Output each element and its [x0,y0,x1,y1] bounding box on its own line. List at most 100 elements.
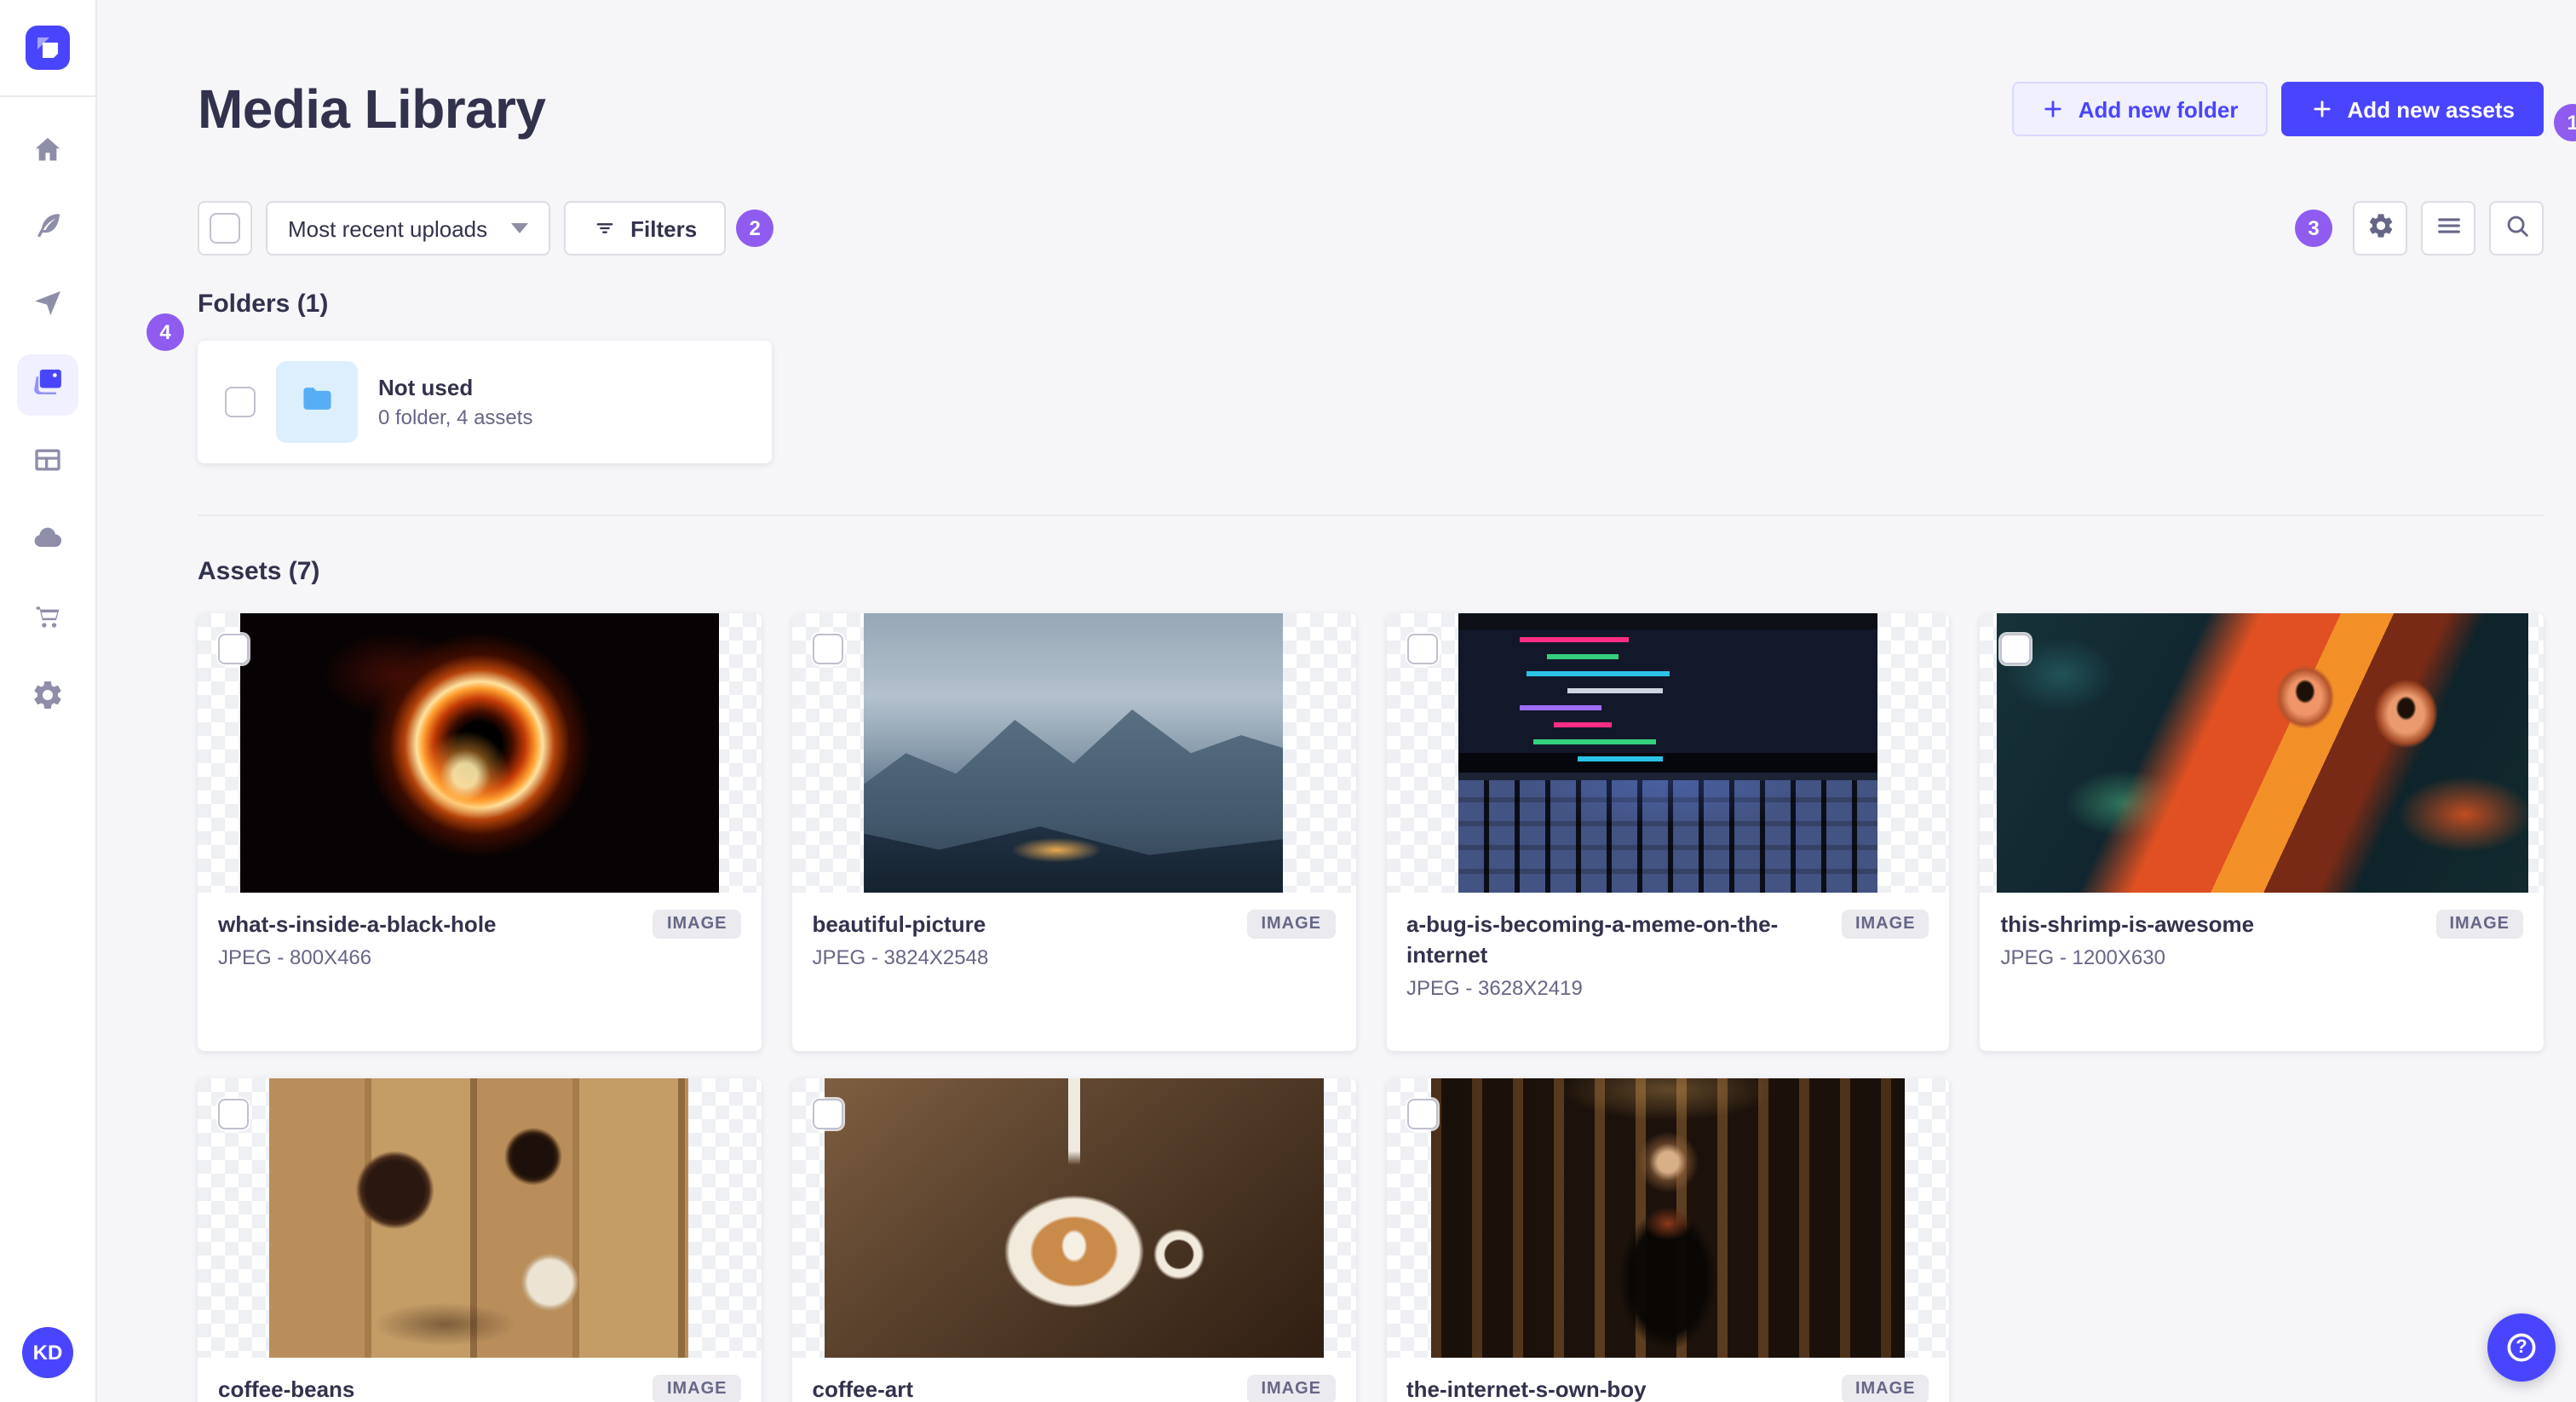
configure-view-button[interactable] [2353,201,2407,256]
asset-card[interactable]: beautiful-picture JPEG - 3824X2548 IMAGE [791,613,1355,1051]
search-button[interactable] [2489,201,2544,256]
asset-title: coffee-art [812,1376,914,1402]
asset-checkbox[interactable] [1406,1099,1437,1129]
asset-caption: this-shrimp-is-awesome JPEG - 1200X630 I… [1981,893,2544,1020]
laptop-code-image [1458,613,1877,893]
filters-wrap: Filters 2 [564,201,774,256]
asset-meta: JPEG - 1200X630 [2000,945,2165,969]
folder-card-not-used[interactable]: Not used 0 folder, 4 assets [198,341,772,463]
asset-thumbnail [198,613,762,893]
asset-thumbnail [1386,613,1950,893]
asset-checkbox[interactable] [218,1099,249,1129]
section-divider [198,514,2544,516]
feather-icon [31,207,65,250]
annotation-badge-3: 3 [2295,210,2332,247]
asset-caption: a-bug-is-becoming-a-meme-on-the-internet… [1386,893,1950,1051]
toolbar: Most recent uploads Filters 2 3 [198,201,2544,256]
asset-type-badge: IMAGE [1247,910,1335,939]
add-new-assets-button[interactable]: Add new assets [2280,82,2544,136]
cloud-icon [31,520,65,563]
layout-icon [31,442,65,485]
asset-title: what-s-inside-a-black-hole [218,911,497,937]
asset-checkbox[interactable] [218,634,249,664]
add-new-folder-button[interactable]: Add new folder [2011,82,2268,136]
asset-meta: JPEG - 800X466 [218,945,372,969]
sidebar-item-releases[interactable] [17,276,78,337]
asset-checkbox[interactable] [2000,634,2032,664]
asset-card[interactable]: a-bug-is-becoming-a-meme-on-the-internet… [1386,613,1950,1051]
folder-texts: Not used 0 folder, 4 assets [378,375,532,429]
folder-checkbox[interactable] [225,387,256,417]
user-avatar[interactable]: KD [22,1327,73,1378]
list-view-button[interactable] [2421,201,2475,256]
asset-thumbnail [791,613,1355,893]
paper-plane-icon [31,285,65,328]
asset-title: coffee-beans [218,1376,355,1402]
sort-dropdown-value: Most recent uploads [288,215,488,241]
chevron-down-icon [511,223,529,233]
asset-card[interactable]: coffee-art JPEG - 5824X3259 IMAGE [791,1078,1356,1402]
asset-card[interactable]: this-shrimp-is-awesome JPEG - 1200X630 I… [1980,613,2544,1051]
asset-thumbnail [1980,613,2544,893]
folder-tile [276,361,358,443]
asset-thumbnail [791,1078,1355,1358]
sidebar-item-media-library[interactable] [17,354,78,416]
cog-icon [2366,211,2395,245]
sidebar-item-home[interactable] [17,119,78,181]
checkbox-box [210,213,240,244]
sort-dropdown[interactable]: Most recent uploads [266,201,551,256]
cart-icon [31,599,65,641]
folder-name: Not used [378,375,474,400]
asset-checkbox[interactable] [812,634,843,664]
list-icon [2434,211,2463,245]
sidebar-item-settings[interactable] [17,668,78,729]
main-content: Media Library Add new folder Add new ass… [97,0,2576,1402]
filter-icon [596,223,613,233]
search-icon [2502,211,2531,245]
logo-container [0,0,96,97]
asset-caption: coffee-beans JPEG - 5021X3347 IMAGE [198,1358,762,1402]
images-icon [31,364,65,406]
folders-section-head: Folders (1) 4 [147,290,328,351]
header-actions: Add new folder Add new assets 1 [2011,82,2576,141]
asset-type-badge: IMAGE [653,910,741,939]
sidebar-item-content-manager[interactable] [17,198,78,259]
sidebar: KD [0,0,97,1402]
select-all-checkbox[interactable] [198,201,252,256]
assets-heading: Assets (7) [198,557,320,586]
asset-checkbox[interactable] [812,1099,843,1129]
asset-type-badge: IMAGE [653,1375,741,1402]
toolbar-left: Most recent uploads Filters 2 [198,201,774,256]
sidebar-nav [17,119,78,729]
filters-button[interactable]: Filters [564,201,727,256]
asset-thumbnail [1386,1078,1950,1358]
asset-type-badge: IMAGE [1841,910,1929,939]
page-title: Media Library [198,78,546,139]
library-boy-image [1430,1078,1905,1358]
add-new-assets-label: Add new assets [2347,96,2515,122]
strapi-logo-icon[interactable] [26,26,70,70]
help-button[interactable]: ? [2487,1313,2556,1382]
asset-type-badge: IMAGE [1247,1375,1335,1402]
asset-caption: coffee-art JPEG - 5824X3259 IMAGE [792,1358,1356,1402]
asset-card[interactable]: coffee-beans JPEG - 5021X3347 IMAGE [198,1078,762,1402]
asset-checkbox[interactable] [1406,634,1437,664]
assets-section-head: Assets (7) [198,557,2544,586]
sidebar-item-content-type-builder[interactable] [17,433,78,494]
asset-meta: JPEG - 3824X2548 [812,945,989,969]
folder-icon [298,379,336,425]
sidebar-item-marketplace[interactable] [17,589,78,651]
asset-card[interactable]: what-s-inside-a-black-hole JPEG - 800X46… [198,613,762,1051]
asset-caption: what-s-inside-a-black-hole JPEG - 800X46… [198,893,762,1020]
asset-card[interactable]: the-internet-s-own-boy JPEG - 1200X707 I… [1386,1078,1950,1402]
latte-art-image [824,1078,1324,1358]
add-new-folder-label: Add new folder [2078,96,2239,122]
asset-title: beautiful-picture [812,911,986,937]
sidebar-item-cloud[interactable] [17,511,78,572]
media-library-page: KD Media Library Add new folder Add new … [0,0,2576,1402]
asset-caption: the-internet-s-own-boy JPEG - 1200X707 I… [1386,1358,1950,1402]
annotation-badge-1: 1 [2554,104,2576,141]
gear-icon [31,677,65,720]
page-header: Media Library Add new folder Add new ass… [198,68,2576,150]
mountains-image [864,613,1284,893]
